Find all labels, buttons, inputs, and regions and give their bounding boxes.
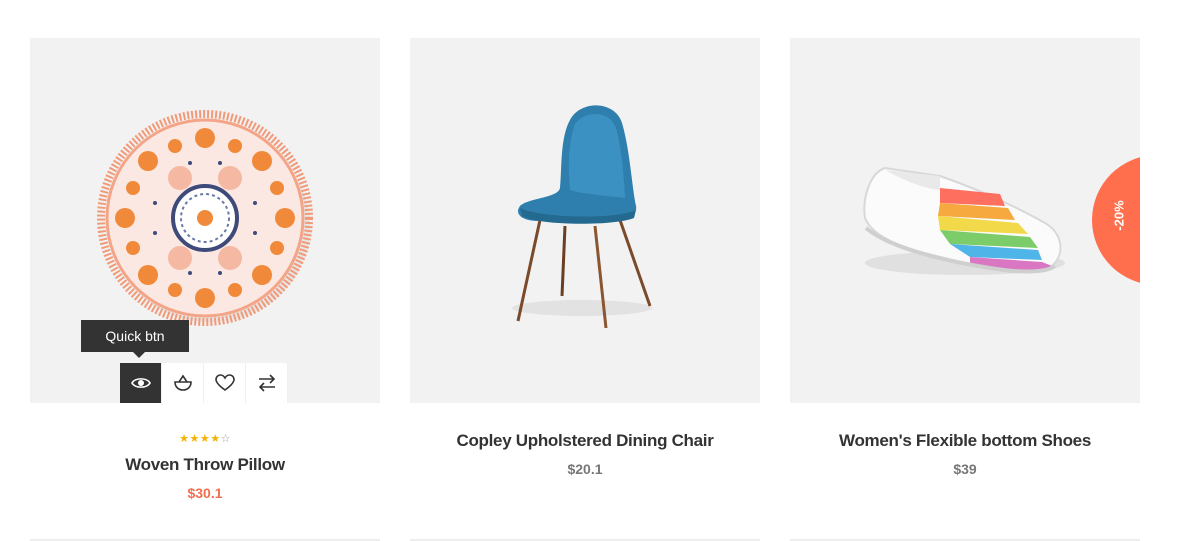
product-info: ★★★★☆ Woven Throw Pillow $30.1: [30, 433, 380, 501]
shoe-illustration: [863, 166, 1065, 275]
product-card-dining-chair[interactable]: Copley Upholstered Dining Chair $20.1: [410, 38, 760, 541]
product-image-pillow[interactable]: Quick btn: [30, 38, 380, 403]
star-empty-icon: ☆: [220, 433, 231, 445]
heart-icon: [214, 374, 235, 391]
product-rating: ★★★★☆: [30, 433, 380, 445]
product-image-chair[interactable]: [410, 38, 760, 403]
product-price: $20.1: [567, 461, 603, 477]
product-title[interactable]: Woven Throw Pillow: [30, 455, 380, 475]
star-filled-icon: ★: [210, 433, 221, 445]
basket-icon: [173, 374, 192, 391]
chair-illustration: [512, 105, 652, 329]
star-filled-icon: ★: [179, 433, 190, 445]
product-price: $39: [953, 461, 977, 477]
product-info: Women's Flexible bottom Shoes $39: [790, 431, 1140, 477]
product-card-woven-throw-pillow[interactable]: Quick btn ★★★★☆ Woven Throw Pillow $30.1: [30, 38, 380, 541]
wishlist-button[interactable]: [204, 363, 246, 403]
product-title[interactable]: Women's Flexible bottom Shoes: [790, 431, 1140, 451]
product-title[interactable]: Copley Upholstered Dining Chair: [410, 431, 760, 451]
product-price: $30.1: [187, 485, 223, 501]
eye-icon: [130, 378, 151, 388]
product-image-shoes[interactable]: -20%: [790, 38, 1140, 403]
star-filled-icon: ★: [199, 433, 211, 445]
compare-button[interactable]: [246, 363, 288, 403]
discount-badge-label: -20%: [1111, 200, 1127, 231]
product-info: Copley Upholstered Dining Chair $20.1: [410, 431, 760, 477]
compare-arrows-icon: [258, 374, 275, 392]
add-to-cart-button[interactable]: [162, 363, 204, 403]
product-grid: Quick btn ★★★★☆ Woven Throw Pillow $30.1…: [0, 0, 1180, 541]
product-card-womens-shoes[interactable]: -20% Women's Flexible bottom Shoes $39: [790, 38, 1140, 541]
product-actions: [120, 363, 288, 403]
quick-view-tooltip: Quick btn: [81, 320, 189, 358]
star-filled-icon: ★: [189, 433, 200, 445]
quick-view-button[interactable]: [120, 363, 162, 403]
